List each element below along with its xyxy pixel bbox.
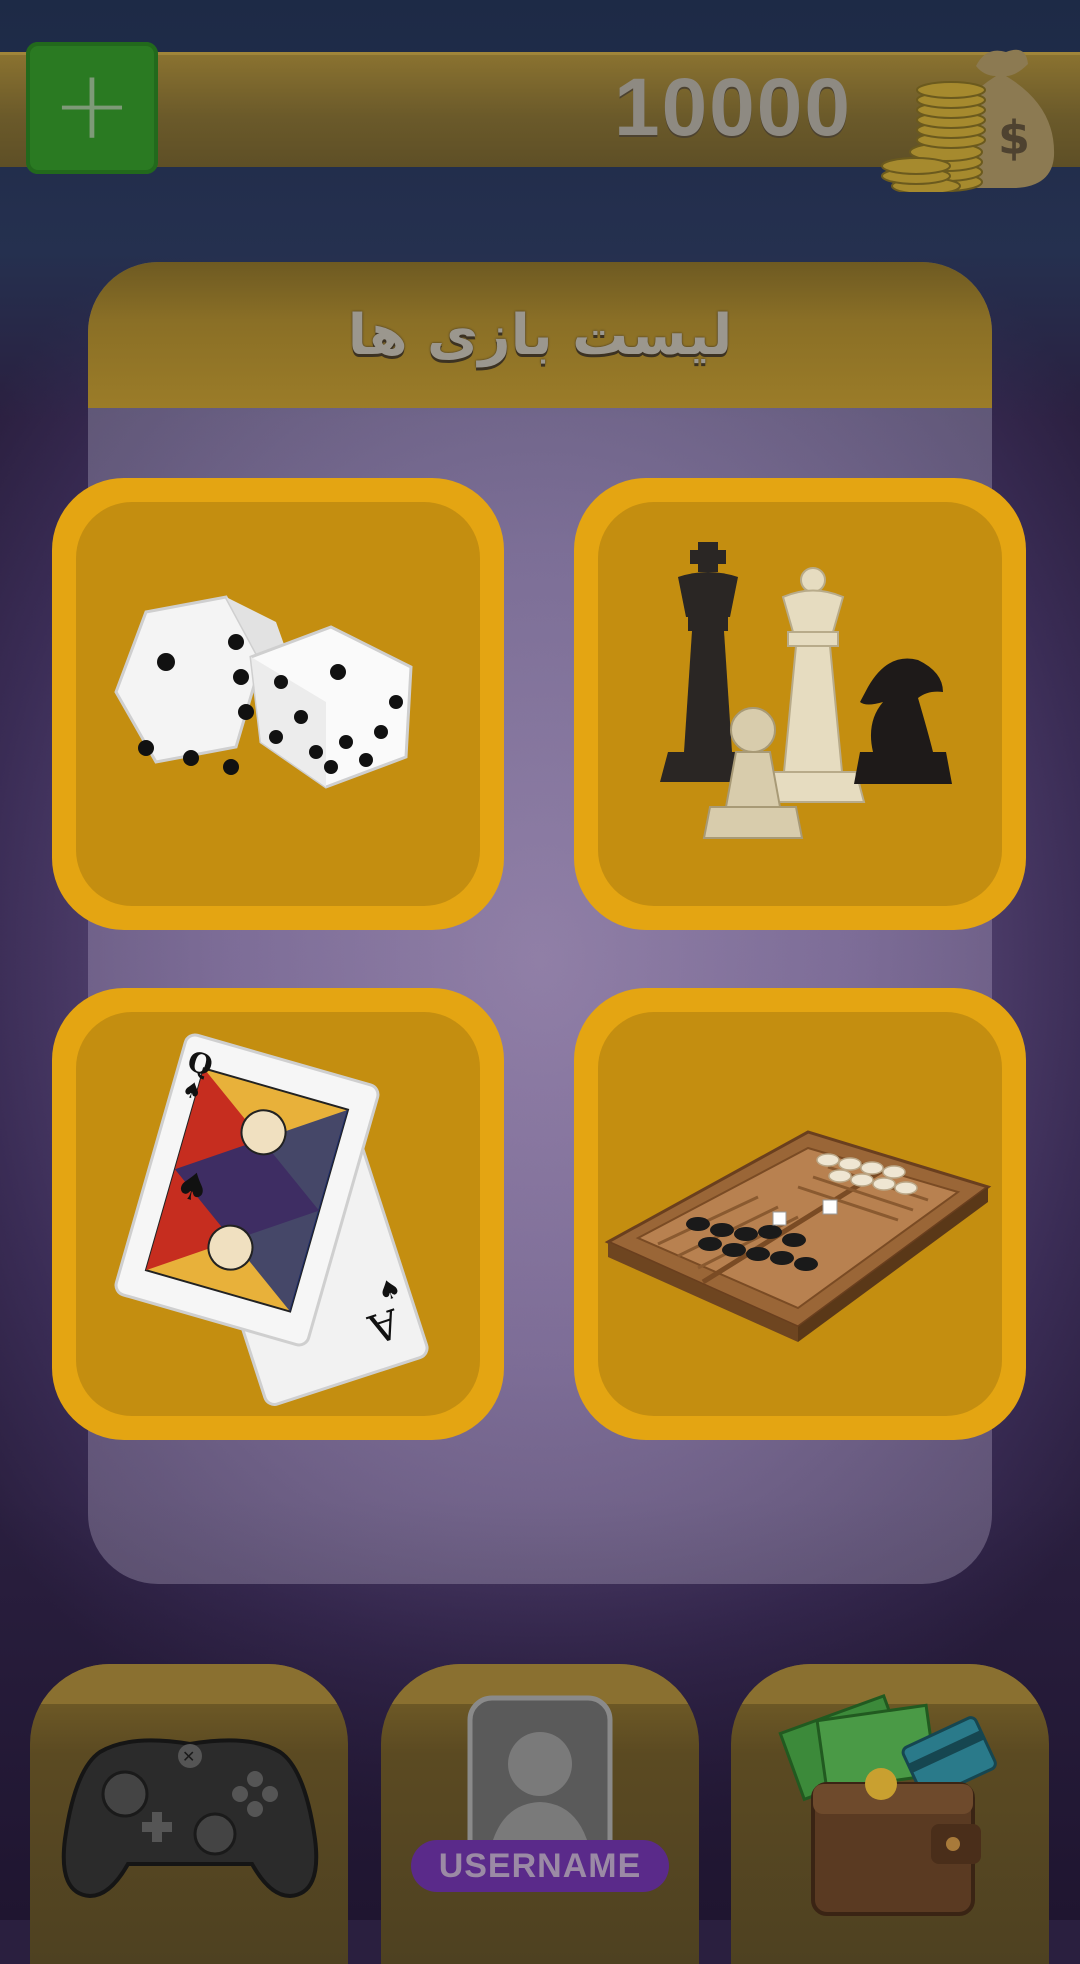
game-tile-dice[interactable] [52,478,504,930]
username-label: USERNAME [411,1840,669,1892]
chess-pieces-icon [660,542,952,839]
game-tile-cards[interactable]: A ♠ Q ♠ ♠ [52,988,504,1440]
panel-header: لیست بازی ها [88,262,992,408]
gamepad-icon: ✕ [61,1738,319,1899]
coin-balance: 10000 [613,62,852,153]
nav-wallet-button[interactable] [731,1664,1049,1964]
avatar-icon [467,1695,613,1881]
svg-text:✕: ✕ [182,1747,195,1766]
panel-title: لیست بازی ها [347,302,733,368]
game-tile-backgammon[interactable] [574,988,1026,1440]
wallet-icon [778,1693,997,1916]
plus-icon: + [51,49,133,161]
add-coins-button[interactable]: + [26,42,158,174]
playing-cards-icon: A ♠ Q ♠ ♠ [114,1033,429,1406]
nav-profile-button[interactable]: USERNAME [381,1664,699,1964]
coins-money-bag-icon: $ [856,36,1066,195]
nav-games-button[interactable]: ✕ [30,1664,348,1964]
backgammon-board-icon [604,1130,992,1342]
svg-text:$: $ [998,111,1030,165]
dice-icon [114,595,413,789]
game-tile-chess[interactable] [574,478,1026,930]
